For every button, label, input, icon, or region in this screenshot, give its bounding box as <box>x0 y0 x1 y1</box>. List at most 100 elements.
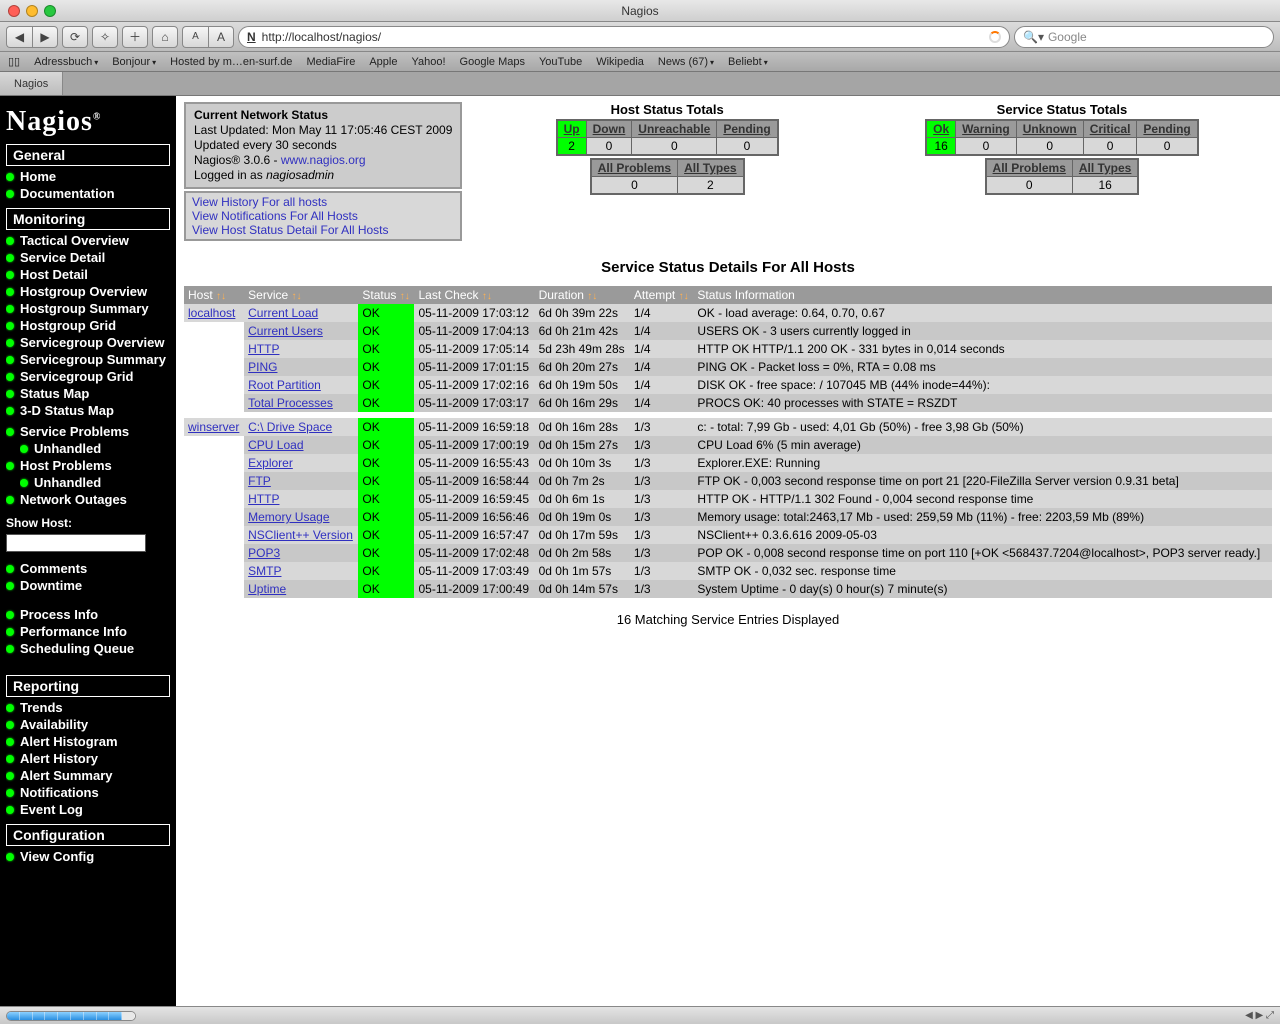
totals-header[interactable]: Pending <box>1137 120 1198 138</box>
service-link[interactable]: HTTP <box>248 492 279 506</box>
totals-value[interactable]: 0 <box>956 138 1017 156</box>
bookmarks-menu-icon[interactable]: ▯▯ <box>8 55 20 68</box>
service-link[interactable]: Current Users <box>248 324 323 338</box>
nav-item[interactable]: View Config <box>6 848 170 865</box>
service-link[interactable]: Memory Usage <box>248 510 329 524</box>
service-link[interactable]: Current Load <box>248 306 318 320</box>
nav-item[interactable]: Performance Info <box>6 623 170 640</box>
totals-header[interactable]: Down <box>586 120 632 138</box>
tab-nagios[interactable]: Nagios <box>0 72 63 95</box>
status-link[interactable]: View History For all hosts <box>192 195 454 209</box>
totals-value[interactable]: 2 <box>557 138 587 156</box>
bookmark-item[interactable]: Bonjour <box>112 56 156 68</box>
nav-item[interactable]: Tactical Overview <box>6 232 170 249</box>
totals-header[interactable]: Warning <box>956 120 1017 138</box>
totals-header[interactable]: Unreachable <box>632 120 717 138</box>
nav-item[interactable]: Hostgroup Grid <box>6 317 170 334</box>
service-link[interactable]: Uptime <box>248 582 286 596</box>
totals-header[interactable]: Critical <box>1083 120 1137 138</box>
add-button[interactable]: ＋ <box>122 26 148 48</box>
nav-item[interactable]: Availability <box>6 716 170 733</box>
nav-item[interactable]: Status Map <box>6 385 170 402</box>
bookmark-item[interactable]: Adressbuch <box>34 56 98 68</box>
show-host-input[interactable] <box>6 534 146 552</box>
column-header[interactable]: Last Check ↑↓ <box>414 286 534 304</box>
service-link[interactable]: FTP <box>248 474 271 488</box>
nav-item[interactable]: Service Detail <box>6 249 170 266</box>
home-button[interactable]: ⌂ <box>152 26 178 48</box>
column-header[interactable]: Service ↑↓ <box>244 286 358 304</box>
nav-item[interactable]: Comments <box>6 560 170 577</box>
column-header[interactable]: Duration ↑↓ <box>535 286 630 304</box>
totals-header[interactable]: All Types <box>678 159 744 177</box>
nav-item[interactable]: Host Problems <box>6 457 170 474</box>
bookmark-item[interactable]: Beliebt <box>728 56 768 68</box>
service-link[interactable]: Root Partition <box>248 378 321 392</box>
totals-value[interactable]: 0 <box>1083 138 1137 156</box>
totals-header[interactable]: All Problems <box>591 159 678 177</box>
bookmark-item[interactable]: Yahoo! <box>411 56 445 68</box>
service-link[interactable]: C:\ Drive Space <box>248 420 332 434</box>
column-header[interactable]: Status ↑↓ <box>358 286 414 304</box>
nav-item[interactable]: Unhandled <box>20 474 170 491</box>
totals-header[interactable]: All Types <box>1072 159 1138 177</box>
textsize-large-button[interactable]: A <box>208 26 234 48</box>
service-link[interactable]: SMTP <box>248 564 281 578</box>
column-header[interactable]: Status Information <box>693 286 1272 304</box>
totals-value[interactable]: 2 <box>678 177 744 195</box>
bookmark-item[interactable]: MediaFire <box>306 56 355 68</box>
status-link[interactable]: View Host Status Detail For All Hosts <box>192 223 454 237</box>
totals-value[interactable]: 0 <box>632 138 717 156</box>
column-header[interactable]: Host ↑↓ <box>184 286 244 304</box>
nav-item[interactable]: Downtime <box>6 577 170 594</box>
service-link[interactable]: NSClient++ Version <box>248 528 353 542</box>
nav-item[interactable]: Documentation <box>6 185 170 202</box>
service-link[interactable]: POP3 <box>248 546 280 560</box>
totals-header[interactable]: Ok <box>926 120 956 138</box>
totals-value[interactable]: 0 <box>591 177 678 195</box>
nav-item[interactable]: Alert Histogram <box>6 733 170 750</box>
nav-item[interactable]: Event Log <box>6 801 170 818</box>
totals-header[interactable]: Up <box>557 120 587 138</box>
totals-header[interactable]: Unknown <box>1016 120 1083 138</box>
nav-item[interactable]: Trends <box>6 699 170 716</box>
nav-item[interactable]: Servicegroup Grid <box>6 368 170 385</box>
column-header[interactable]: Attempt ↑↓ <box>630 286 694 304</box>
nav-item[interactable]: Servicegroup Summary <box>6 351 170 368</box>
forward-button[interactable]: ▶ <box>32 26 58 48</box>
status-link[interactable]: View Notifications For All Hosts <box>192 209 454 223</box>
reader-button[interactable]: ✧ <box>92 26 118 48</box>
nav-item[interactable]: Process Info <box>6 606 170 623</box>
totals-value[interactable]: 0 <box>717 138 778 156</box>
nav-item[interactable]: Network Outages <box>6 491 170 508</box>
nav-item[interactable]: Alert Summary <box>6 767 170 784</box>
nav-item[interactable]: Servicegroup Overview <box>6 334 170 351</box>
nagios-org-link[interactable]: www.nagios.org <box>281 153 366 167</box>
totals-value[interactable]: 16 <box>1072 177 1138 195</box>
totals-value[interactable]: 0 <box>1137 138 1198 156</box>
totals-header[interactable]: All Problems <box>986 159 1073 177</box>
back-button[interactable]: ◀ <box>6 26 32 48</box>
totals-value[interactable]: 0 <box>986 177 1073 195</box>
textsize-small-button[interactable]: A <box>182 26 208 48</box>
nav-item[interactable]: Alert History <box>6 750 170 767</box>
nav-item[interactable]: Home <box>6 168 170 185</box>
search-bar[interactable]: 🔍▾ Google <box>1014 26 1274 48</box>
totals-header[interactable]: Pending <box>717 120 778 138</box>
bookmark-item[interactable]: Google Maps <box>460 56 525 68</box>
service-link[interactable]: Total Processes <box>248 396 333 410</box>
service-link[interactable]: HTTP <box>248 342 279 356</box>
totals-value[interactable]: 0 <box>586 138 632 156</box>
totals-value[interactable]: 0 <box>1016 138 1083 156</box>
nav-item[interactable]: Service Problems <box>6 423 170 440</box>
bookmark-item[interactable]: YouTube <box>539 56 582 68</box>
url-bar[interactable]: N http://localhost/nagios/ <box>238 26 1010 48</box>
statusbar-arrows-icon[interactable]: ◀ ▶ ⤢ <box>1245 1010 1274 1021</box>
host-link[interactable]: winserver <box>188 420 239 434</box>
nav-item[interactable]: 3-D Status Map <box>6 402 170 419</box>
nav-item[interactable]: Hostgroup Summary <box>6 300 170 317</box>
bookmark-item[interactable]: Hosted by m…en-surf.de <box>170 56 292 68</box>
nav-item[interactable]: Scheduling Queue <box>6 640 170 657</box>
nav-item[interactable]: Hostgroup Overview <box>6 283 170 300</box>
bookmark-item[interactable]: Wikipedia <box>596 56 644 68</box>
